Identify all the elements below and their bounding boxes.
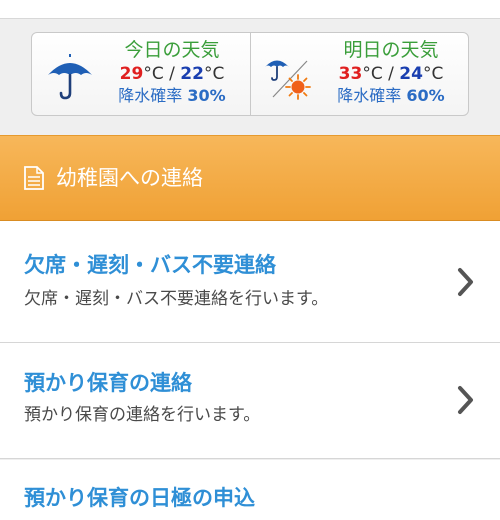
umbrella-icon [48, 54, 92, 100]
weather-today-label: 今日の天気 [124, 39, 220, 61]
today-sep: / [163, 64, 181, 84]
weather-today-text: 今日の天気 29°C / 22°C 降水確率 30% [98, 37, 246, 107]
today-rain-pct: 30% [187, 86, 226, 105]
tomorrow-low-unit: °C [422, 64, 444, 84]
item-title: 欠席・遅刻・バス不要連絡 [24, 253, 276, 277]
document-icon [24, 166, 44, 190]
weather-today: 今日の天気 29°C / 22°C 降水確率 30% [32, 33, 250, 115]
today-low-unit: °C [203, 64, 225, 84]
today-low: 22 [180, 64, 204, 84]
chevron-right-icon [458, 268, 473, 296]
tomorrow-rain-pct: 60% [406, 86, 445, 105]
item-title: 預かり保育の日極の申込 [24, 486, 255, 510]
tomorrow-high: 33 [338, 64, 363, 84]
list-item-childcare[interactable]: 預かり保育の連絡 預かり保育の連絡を行います。 [0, 343, 500, 459]
tomorrow-rain-label: 降水確率 [337, 86, 402, 105]
item-desc: 預かり保育の連絡を行います。 [24, 405, 261, 425]
weather-tomorrow-text: 明日の天気 33°C / 24°C 降水確率 60% [317, 37, 465, 107]
today-high: 29 [119, 64, 144, 84]
section-title: 幼稚園への連絡 [56, 166, 203, 190]
tomorrow-sep: / [382, 64, 400, 84]
weather-tomorrow-rain: 降水確率 60% [317, 85, 465, 107]
weather-tomorrow: 明日の天気 33°C / 24°C 降水確率 60% [251, 33, 469, 115]
today-high-unit: °C [143, 64, 164, 84]
section-header: 幼稚園への連絡 [0, 135, 500, 221]
weather-panel: 今日の天気 29°C / 22°C 降水確率 30% 明日の天気 33°C / … [31, 32, 469, 116]
weather-tomorrow-temps: 33°C / 24°C [317, 63, 465, 85]
weather-tomorrow-label: 明日の天気 [343, 39, 439, 61]
list-item-childcare-daily[interactable]: 預かり保育の日極の申込 [0, 460, 500, 520]
item-desc: 欠席・遅刻・バス不要連絡を行います。 [24, 289, 329, 309]
item-title: 預かり保育の連絡 [24, 371, 192, 395]
weather-today-temps: 29°C / 22°C [98, 63, 246, 85]
list-item-absence[interactable]: 欠席・遅刻・バス不要連絡 欠席・遅刻・バス不要連絡を行います。 [0, 221, 500, 343]
weather-today-rain: 降水確率 30% [98, 85, 246, 107]
chevron-right-icon [458, 386, 473, 414]
tomorrow-low: 24 [399, 64, 423, 84]
tomorrow-high-unit: °C [362, 64, 383, 84]
top-strip [0, 0, 500, 19]
today-rain-label: 降水確率 [118, 86, 183, 105]
umbrella-sun-icon [265, 60, 311, 100]
